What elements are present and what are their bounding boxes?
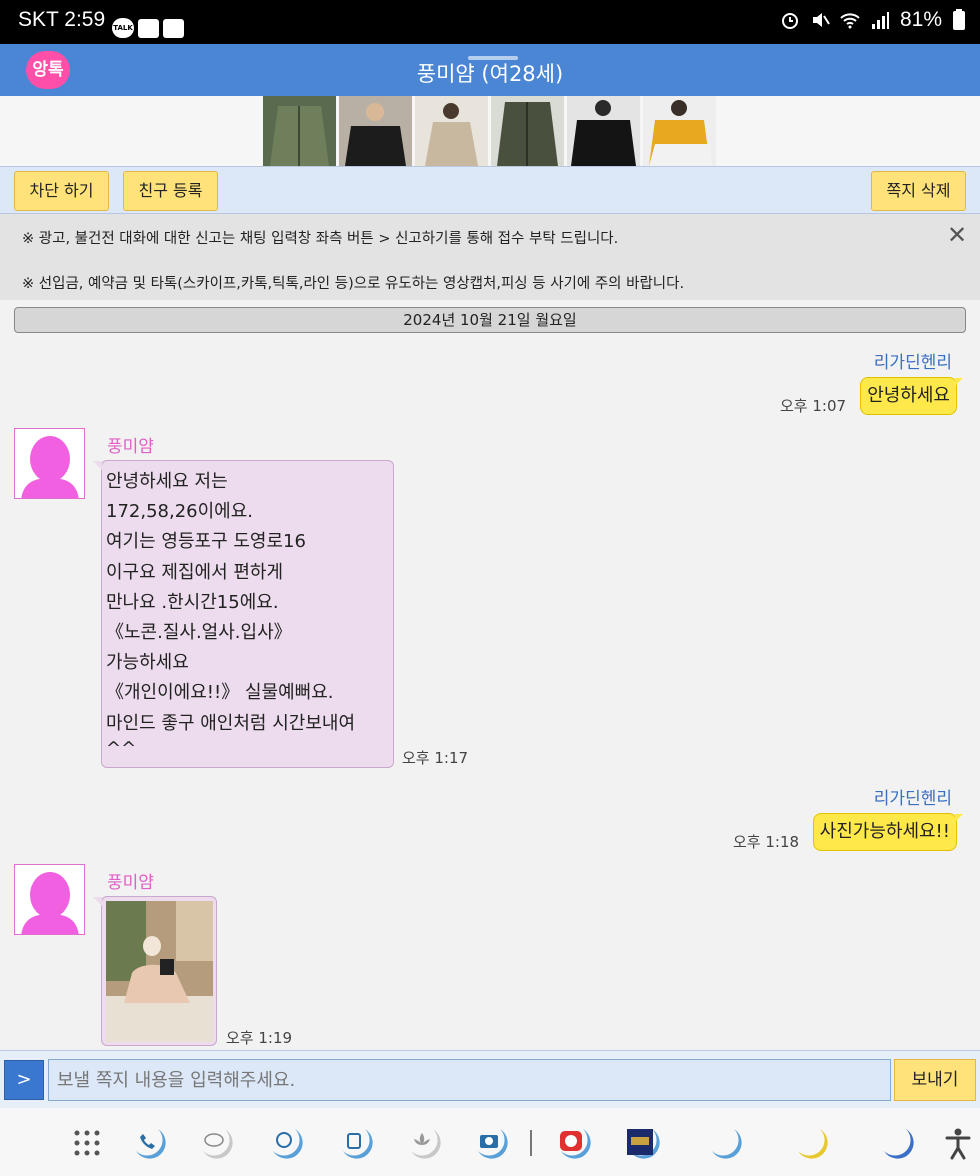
camera-icon[interactable] [470,1123,510,1163]
safety-notice: ※ 광고, 불건전 대화에 대한 신고는 채팅 입력창 좌측 버튼 > 신고하기… [0,214,980,300]
phone-icon[interactable] [128,1123,168,1163]
message-time: 오후 1:07 [780,397,847,415]
signal-icon [871,12,889,29]
my-message-bubble[interactable]: 안녕하세요 [860,377,963,415]
message-time: 오후 1:18 [733,833,800,851]
profile-silhouette-icon [21,436,79,498]
game-icon[interactable] [622,1123,662,1163]
flower-icon[interactable] [403,1123,443,1163]
ad-jacket-image[interactable] [491,96,564,166]
message-text: 안녕하세요 [867,385,950,406]
message-line: 안녕하세요 저는 [106,471,228,492]
app-drawer-icon[interactable] [67,1123,107,1163]
accessibility-icon[interactable] [938,1123,978,1163]
sender-name: 풍미얌 [107,873,154,893]
wallet-icon[interactable] [335,1123,375,1163]
ad-jacket-image[interactable] [263,96,336,166]
ad-jacket-image[interactable] [643,96,716,166]
moon-icon[interactable] [704,1123,744,1163]
notification-icon [138,19,159,38]
sender-name: 리가딘헨리 [873,789,952,809]
ad-jacket-image[interactable] [415,96,488,166]
wifi-icon [840,13,860,29]
chat-toolbar: 차단 하기 친구 등록 쪽지 삭제 [0,166,980,214]
message-line: 《노콘.질사.얼사.입사》 [106,622,292,644]
sender-name: 리가딘헨리 [873,353,952,373]
message-line: ^^ [106,737,137,759]
status-time: SKT 2:59 [18,8,106,31]
send-button[interactable]: 보내기 [894,1059,976,1101]
ad-jacket-image[interactable] [567,96,640,166]
block-button[interactable]: 차단 하기 [14,171,109,211]
my-message-bubble[interactable]: 사진가능하세요!! [812,813,963,851]
date-separator: 2024년 10월 21일 월요일 [14,307,966,333]
battery-icon [953,9,965,30]
message-line: 여기는 영등포구 도영로16 [106,531,306,553]
close-icon[interactable]: ✕ [946,223,968,247]
add-friend-button[interactable]: 친구 등록 [123,171,218,211]
message-input[interactable] [48,1059,891,1101]
avatar[interactable] [14,428,85,499]
message-line: 만나요 .한시간15에요. [106,591,279,613]
ad-banner[interactable] [0,96,980,166]
chat-icon[interactable] [195,1123,235,1163]
their-image-bubble[interactable] [93,896,217,1046]
message-line: 172,58,26이에요. [106,501,254,523]
moon-icon-yellow[interactable] [790,1123,830,1163]
status-bar: SKT 2:59 TALK 81% [0,0,980,44]
message-text: 사진가능하세요!! [819,821,950,842]
photo-attachment[interactable] [106,901,213,1042]
divider [530,1130,532,1156]
browser-icon[interactable] [265,1123,305,1163]
system-nav-bar [0,1108,980,1176]
menu-toggle-button[interactable]: > [4,1060,44,1100]
app-icon-red[interactable] [553,1123,593,1163]
message-time: 오후 1:19 [226,1029,293,1047]
notification-icon [163,19,184,38]
avatar[interactable] [14,864,85,935]
notice-report: ※ 광고, 불건전 대화에 대한 신고는 채팅 입력창 좌측 버튼 > 신고하기… [22,231,619,247]
message-line: 가능하세요 [106,652,189,674]
notice-scam-warning: ※ 선입금, 예약금 및 타톡(스카이프,카톡,틱톡,라인 등)으로 유도하는 … [22,276,685,292]
sender-name: 풍미얌 [107,437,154,457]
message-time: 오후 1:17 [402,749,469,767]
message-line: 《개인이에요!!》 실물예뻐요. [106,682,334,704]
message-line: 마인드 좋구 애인처럼 시간보내여 [106,712,356,734]
delete-message-button[interactable]: 쪽지 삭제 [871,171,966,211]
alarm-icon [781,13,798,29]
message-line: 이구요 제집에서 편하게 [106,561,284,583]
chat-title: 풍미얌 (여28세) [416,62,564,86]
message-input-bar: > 보내기 [0,1050,980,1108]
mute-icon [812,13,830,27]
moon-icon-blue[interactable] [876,1123,916,1163]
app-header: 앙톡 풍미얌 (여28세) [0,44,980,96]
ad-jacket-image[interactable] [339,96,412,166]
their-message-bubble[interactable]: 안녕하세요 저는 172,58,26이에요. 여기는 영등포구 도영로16 이구… [93,460,394,768]
battery-level: 81% [899,8,942,31]
profile-silhouette-icon [21,872,79,934]
kakaotalk-notification-icon: TALK [112,18,134,38]
